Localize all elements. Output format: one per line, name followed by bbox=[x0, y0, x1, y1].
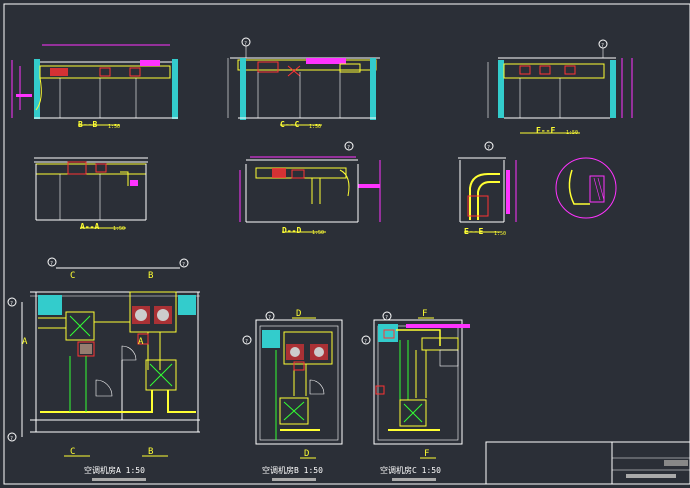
svg-text:?: ? bbox=[182, 262, 185, 268]
plan-a-mark-b-top: B bbox=[148, 271, 153, 281]
section-bb-label: B--B bbox=[78, 120, 97, 129]
section-dd-scale: 1:50 bbox=[312, 230, 324, 236]
svg-text:?: ? bbox=[487, 145, 490, 151]
section-ee-label: E--E bbox=[464, 227, 483, 236]
section-ee-scale: 1:50 bbox=[494, 231, 506, 237]
section-dd-label: D--D bbox=[282, 226, 301, 235]
plan-a-mark-c-top: C bbox=[70, 271, 75, 281]
plan-a-mark-a-left: A bbox=[22, 337, 28, 347]
plan-b-title: 空调机房B 1:50 bbox=[262, 465, 323, 475]
svg-text:?: ? bbox=[10, 436, 13, 442]
section-bb-scale: 1:50 bbox=[108, 124, 120, 130]
section-aa-scale: 1:50 bbox=[113, 226, 125, 232]
svg-text:?: ? bbox=[10, 301, 13, 307]
svg-text:?: ? bbox=[364, 339, 367, 345]
cad-drawing: B--B 1:50 ? C--C 1:50 ? F--F 1:50 A--A 1… bbox=[0, 0, 690, 488]
svg-text:?: ? bbox=[601, 43, 604, 49]
svg-text:?: ? bbox=[244, 41, 247, 47]
section-aa-label: A--A bbox=[80, 222, 99, 231]
svg-text:?: ? bbox=[50, 261, 53, 267]
svg-text:?: ? bbox=[347, 145, 350, 151]
section-cc-scale: 1:50 bbox=[309, 124, 321, 130]
section-ff-label: F--F bbox=[536, 126, 555, 135]
section-cc-label: C--C bbox=[280, 120, 299, 129]
plan-a-mark-a-inner: A bbox=[138, 337, 144, 347]
section-ff-scale: 1:50 bbox=[566, 130, 578, 136]
svg-text:?: ? bbox=[245, 339, 248, 345]
drawing-background bbox=[0, 0, 690, 488]
plan-a-title: 空调机房A 1:50 bbox=[84, 465, 145, 475]
plan-c-title: 空调机房C 1:50 bbox=[380, 465, 441, 475]
